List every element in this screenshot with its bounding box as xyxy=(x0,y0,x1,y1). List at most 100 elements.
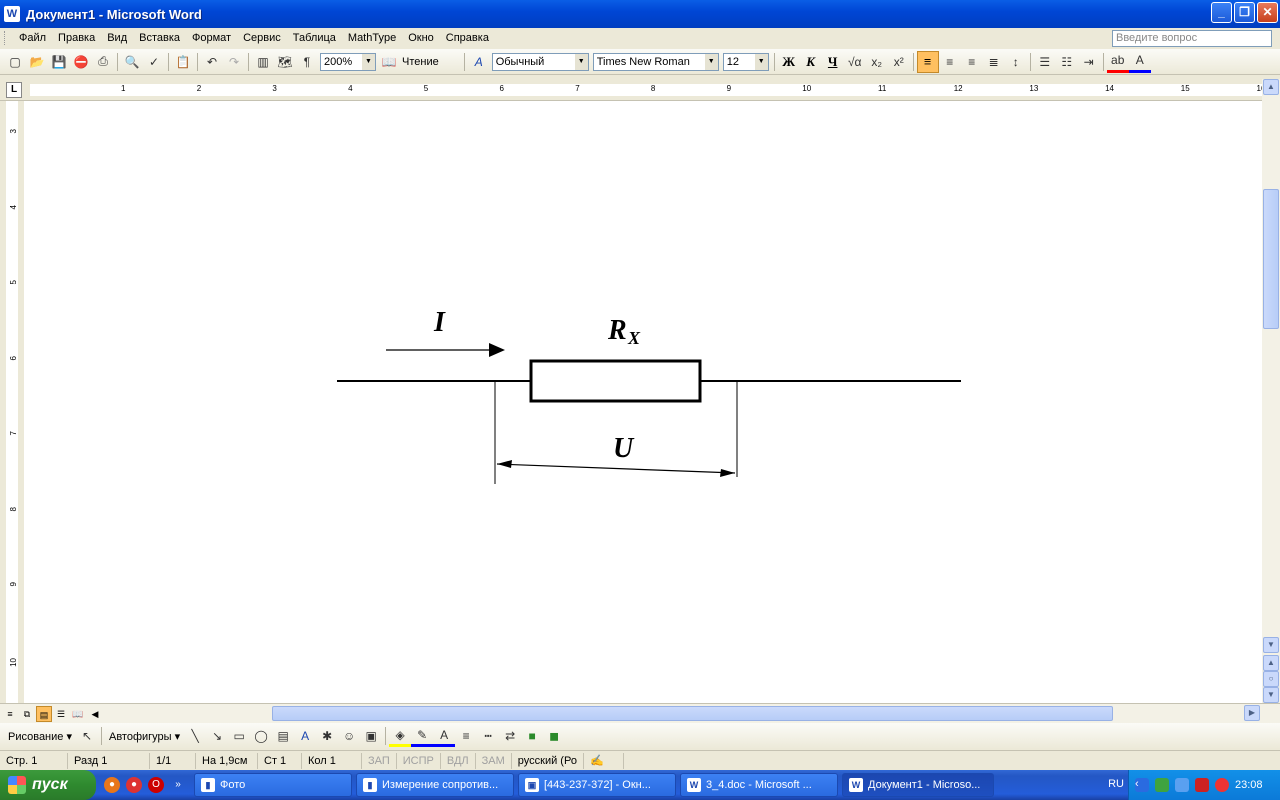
font-color-icon[interactable]: A xyxy=(1128,51,1151,73)
select-objects-icon[interactable]: ↖ xyxy=(76,725,98,747)
new-document-icon[interactable]: ▢ xyxy=(4,51,26,73)
horizontal-scrollbar[interactable]: ≡ ⧉ ▤ ☰ 📖 ◀ ▶ xyxy=(0,703,1280,723)
restore-button[interactable]: ❐ xyxy=(1234,2,1255,23)
help-search-input[interactable]: Введите вопрос xyxy=(1112,30,1272,47)
menu-format[interactable]: Формат xyxy=(186,32,237,44)
document-page[interactable]: I R X U xyxy=(24,101,1262,703)
line-style-icon[interactable]: ≡ xyxy=(455,725,477,747)
task-button-izmerenie[interactable]: ▮ Измерение сопротив... xyxy=(356,773,514,797)
fill-color-icon[interactable]: ◈ xyxy=(389,725,412,747)
styles-pane-icon[interactable]: A xyxy=(468,51,490,73)
line-color-icon[interactable]: ✎ xyxy=(411,725,434,747)
security-icon[interactable] xyxy=(1195,778,1209,792)
line-tool-icon[interactable]: ╲ xyxy=(184,725,206,747)
tab-stop-selector[interactable]: L xyxy=(6,82,22,98)
menu-file[interactable]: Файл xyxy=(13,32,52,44)
drawing-menu-button[interactable]: Рисование ▾ xyxy=(4,730,76,743)
print-preview-icon[interactable]: 🔍 xyxy=(121,51,143,73)
align-right-icon[interactable]: ≡ xyxy=(961,51,983,73)
print-layout-view-icon[interactable]: ▤ xyxy=(36,706,52,722)
task-button-document1[interactable]: W Документ1 - Microso... xyxy=(842,773,994,797)
autoshapes-button[interactable]: Автофигуры ▾ xyxy=(105,730,184,743)
numbered-list-icon[interactable]: ☰ xyxy=(1034,51,1056,73)
paste-icon[interactable]: 📋 xyxy=(172,51,194,73)
zoom-select[interactable]: 200% ▼ xyxy=(320,52,376,71)
undo-icon[interactable]: ↶ xyxy=(201,51,223,73)
scroll-down-icon[interactable]: ▼ xyxy=(1263,637,1279,653)
tray-expand-icon[interactable]: ‹ xyxy=(1135,778,1149,792)
show-formatting-icon[interactable]: ¶ xyxy=(296,51,318,73)
close-button[interactable]: ✕ xyxy=(1257,2,1278,23)
menu-window[interactable]: Окно xyxy=(402,32,440,44)
highlight-icon[interactable]: ab xyxy=(1106,51,1129,73)
superscript-icon[interactable]: x² xyxy=(888,51,910,73)
browse-object-icon[interactable]: ○ xyxy=(1263,671,1279,687)
oval-tool-icon[interactable]: ◯ xyxy=(250,725,272,747)
underline-button[interactable]: Ч xyxy=(822,51,844,73)
horizontal-ruler[interactable]: L 1 2 3 4 5 6 7 8 9 10 11 12 13 14 15 16 xyxy=(0,79,1265,101)
bullet-list-icon[interactable]: ☷ xyxy=(1056,51,1078,73)
bold-button[interactable]: Ж xyxy=(778,51,800,73)
toolbar-grip[interactable] xyxy=(4,31,7,45)
font-size-select[interactable]: 12 ▼ xyxy=(722,52,769,71)
chrome-icon[interactable]: ● xyxy=(126,777,142,793)
status-overtype[interactable]: ЗАМ xyxy=(476,752,512,769)
line-spacing-icon[interactable]: ↕ xyxy=(1005,51,1027,73)
normal-view-icon[interactable]: ≡ xyxy=(2,706,18,722)
dash-style-icon[interactable]: ┅ xyxy=(477,725,499,747)
quicklaunch-more-icon[interactable]: » xyxy=(170,777,186,793)
task-button-3-4-doc[interactable]: W 3_4.doc - Microsoft ... xyxy=(680,773,838,797)
menu-mathtype[interactable]: MathType xyxy=(342,32,402,44)
status-record[interactable]: ЗАП xyxy=(362,752,397,769)
status-track[interactable]: ИСПР xyxy=(397,752,441,769)
redo-icon[interactable]: ↷ xyxy=(223,51,245,73)
subscript-icon[interactable]: x₂ xyxy=(866,51,888,73)
columns-icon[interactable]: ▥ xyxy=(252,51,274,73)
reading-view-icon[interactable]: 📖 xyxy=(70,706,86,722)
clipart-icon[interactable]: ☺ xyxy=(338,725,360,747)
language-indicator[interactable]: RU xyxy=(1108,778,1124,790)
horizontal-scroll-thumb[interactable] xyxy=(272,706,1113,721)
diagram-icon[interactable]: ✱ xyxy=(316,725,338,747)
equation-icon[interactable]: √α xyxy=(844,51,866,73)
next-page-icon[interactable]: ▼ xyxy=(1263,687,1279,703)
font-color-draw-icon[interactable]: A xyxy=(433,725,456,747)
spelling-icon[interactable]: ✓ xyxy=(143,51,165,73)
menu-table[interactable]: Таблица xyxy=(287,32,342,44)
previous-page-icon[interactable]: ▲ xyxy=(1263,655,1279,671)
start-button[interactable]: пуск xyxy=(0,770,96,800)
wordart-icon[interactable]: A xyxy=(294,725,316,747)
justify-icon[interactable]: ≣ xyxy=(983,51,1005,73)
menu-edit[interactable]: Правка xyxy=(52,32,101,44)
reading-mode-button[interactable]: Чтение xyxy=(400,56,461,68)
rectangle-tool-icon[interactable]: ▭ xyxy=(228,725,250,747)
scroll-up-icon[interactable]: ▲ xyxy=(1263,79,1279,95)
vertical-scrollbar[interactable]: ▲ ▼ ▲ ○ ▼ xyxy=(1262,79,1280,703)
indent-icon[interactable]: ⇥ xyxy=(1078,51,1100,73)
opera-icon[interactable]: O xyxy=(148,777,164,793)
task-button-chat[interactable]: ▣ [443-237-372] - Окн... xyxy=(518,773,676,797)
network-icon[interactable] xyxy=(1155,778,1169,792)
firefox-icon[interactable]: ● xyxy=(104,777,120,793)
insert-picture-icon[interactable]: ▣ xyxy=(360,725,382,747)
menu-tools[interactable]: Сервис xyxy=(237,32,287,44)
align-center-icon[interactable]: ≡ xyxy=(939,51,961,73)
scroll-left-icon[interactable]: ◀ xyxy=(87,706,103,722)
italic-button[interactable]: К xyxy=(800,51,822,73)
3d-icon[interactable]: ◼ xyxy=(543,725,565,747)
word-app-icon[interactable]: W xyxy=(4,6,20,22)
web-view-icon[interactable]: ⧉ xyxy=(19,706,35,722)
minimize-button[interactable]: _ xyxy=(1211,2,1232,23)
status-extend[interactable]: ВДЛ xyxy=(441,752,476,769)
menu-view[interactable]: Вид xyxy=(101,32,133,44)
open-folder-icon[interactable]: 📂 xyxy=(26,51,48,73)
save-icon[interactable]: 💾 xyxy=(48,51,70,73)
menu-help[interactable]: Справка xyxy=(440,32,495,44)
vertical-ruler[interactable]: 3 4 5 6 7 8 9 10 xyxy=(0,101,24,703)
document-map-icon[interactable]: 🗺 xyxy=(274,51,296,73)
print-icon[interactable]: ⎙ xyxy=(92,51,114,73)
textbox-tool-icon[interactable]: ▤ xyxy=(272,725,294,747)
arrow-tool-icon[interactable]: ↘ xyxy=(206,725,228,747)
spelling-status-icon[interactable]: ✍ xyxy=(584,752,624,769)
permission-icon[interactable]: ⛔ xyxy=(70,51,92,73)
